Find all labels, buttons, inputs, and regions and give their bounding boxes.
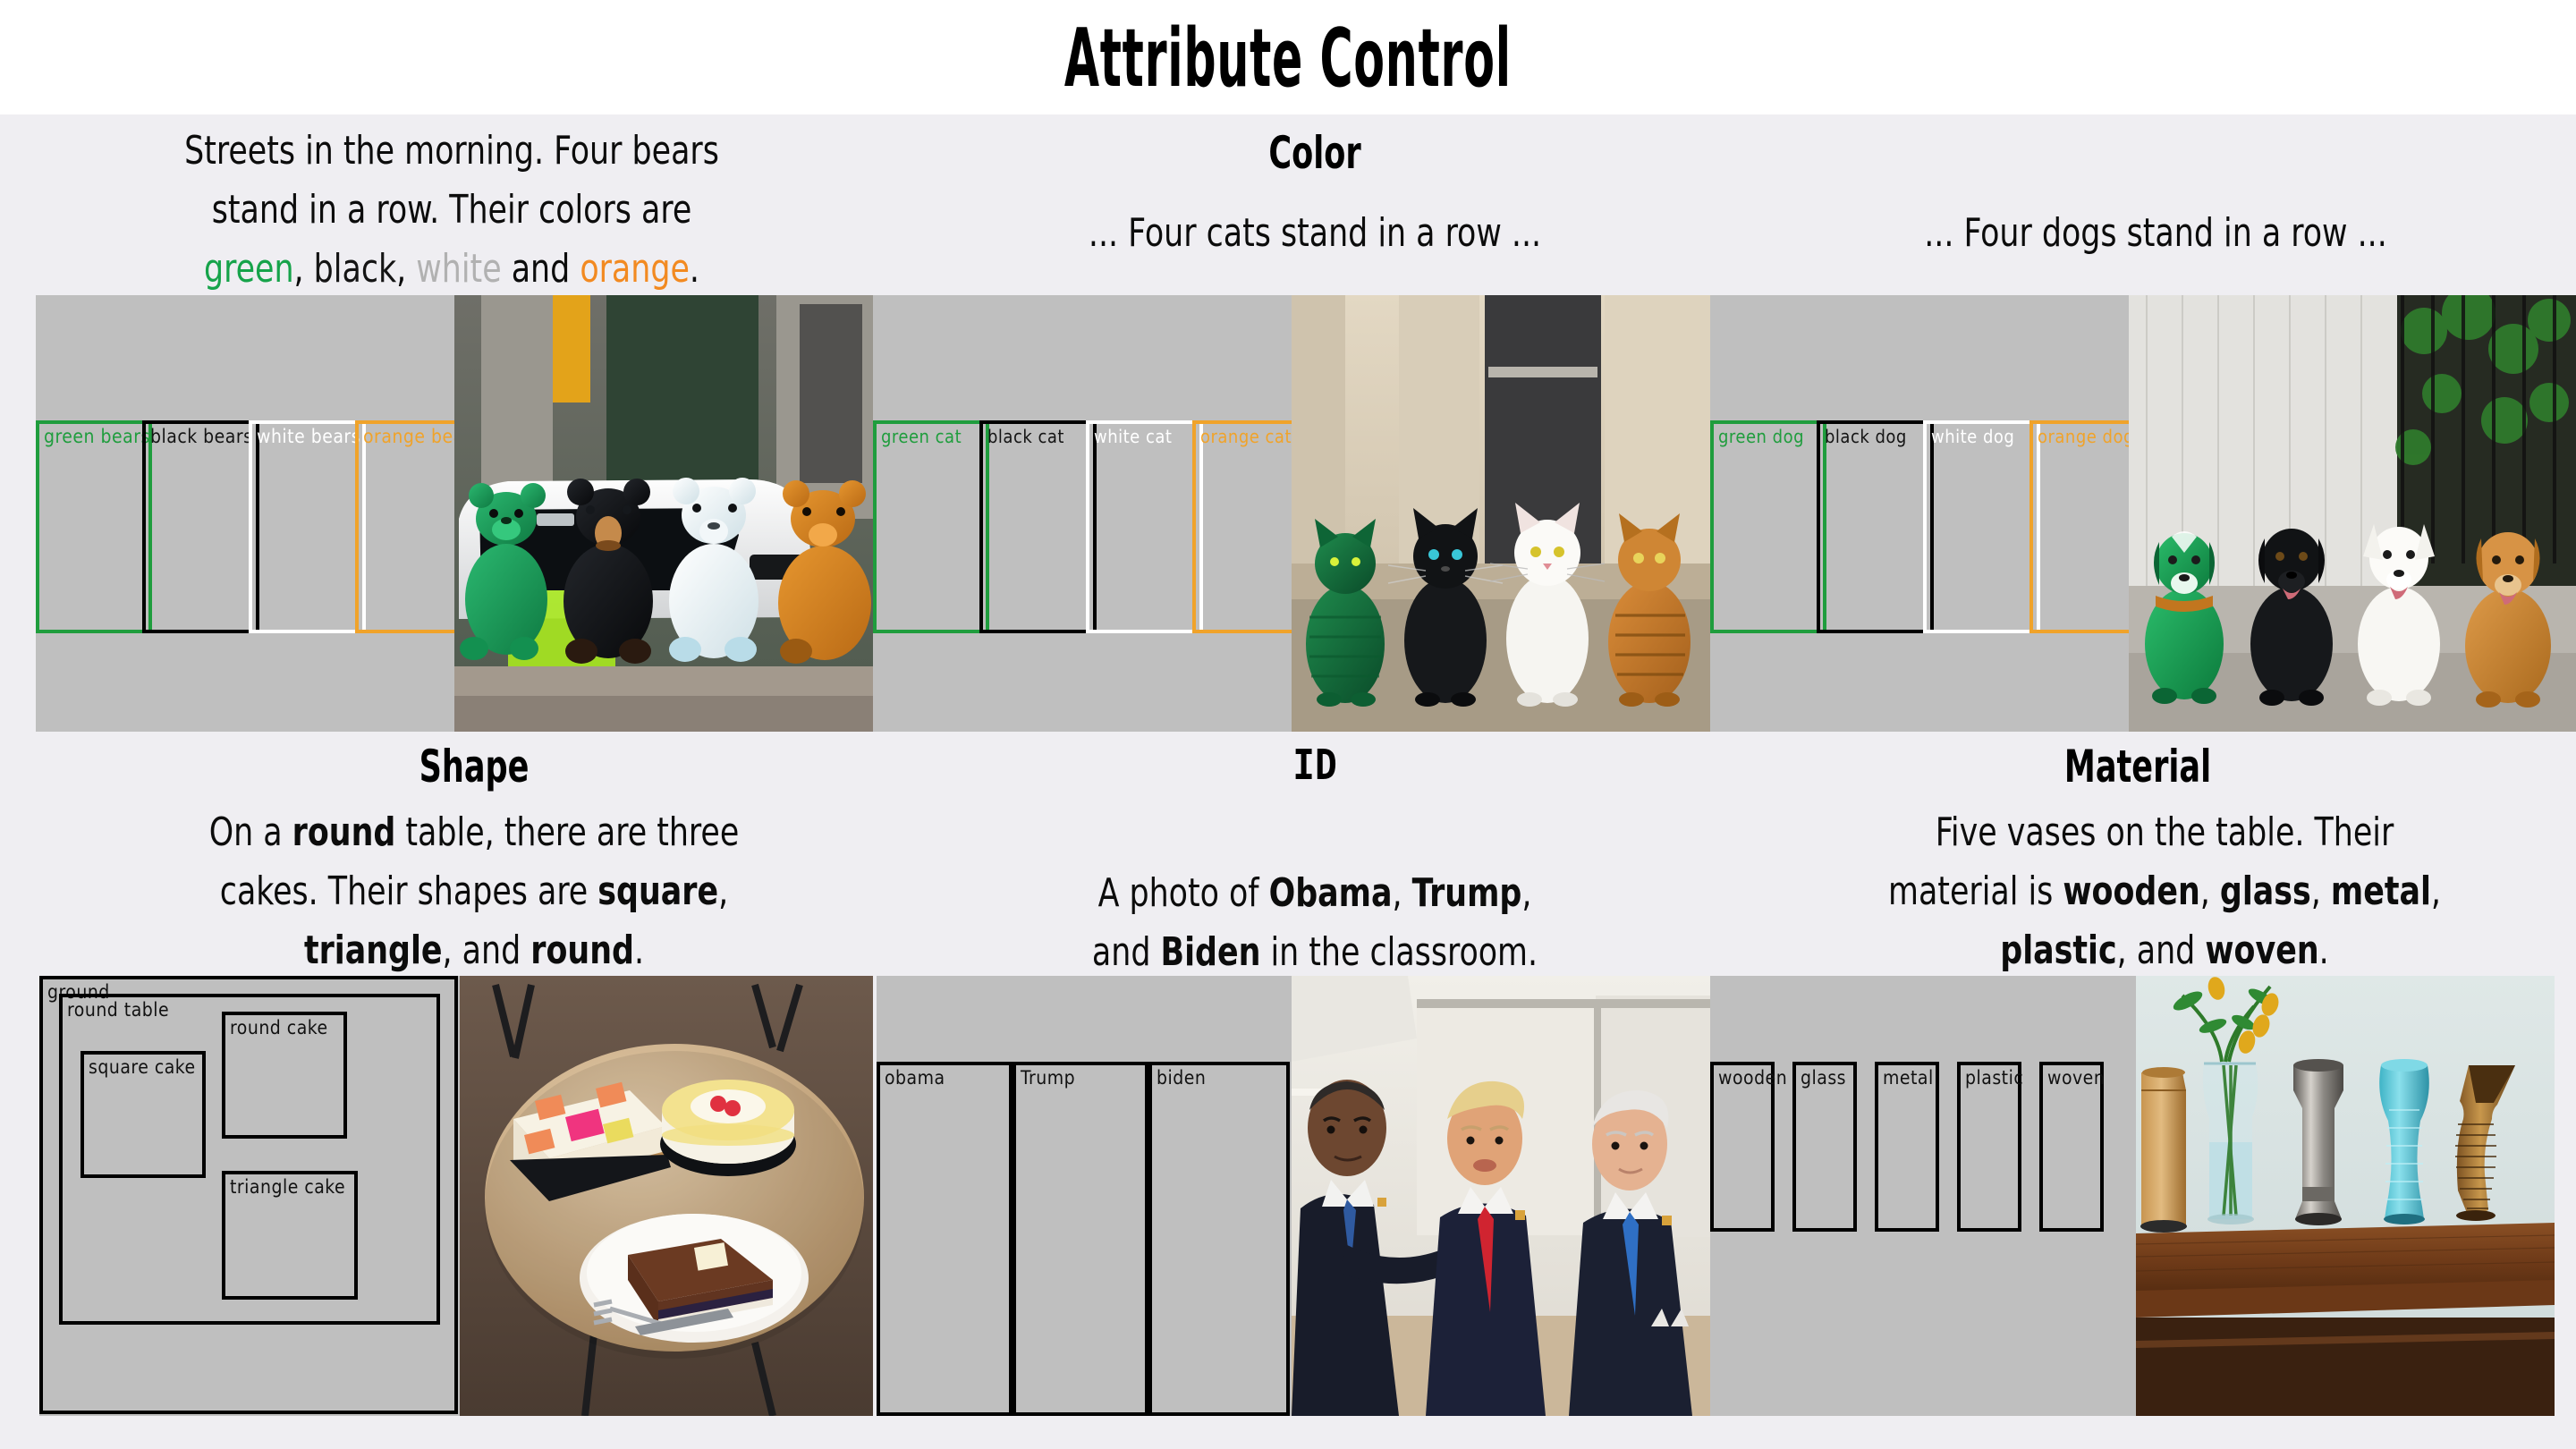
prompt-cats: ... Four cats stand in a row ... — [961, 204, 1669, 263]
layout-box-label: green bears — [44, 426, 150, 447]
figure-board: Streets in the morning. Four bears stand… — [0, 114, 2576, 1449]
figure-root: Attribute Control Streets in the morning… — [0, 0, 2576, 1449]
prompt-line: green, black, white and orange. — [204, 246, 699, 292]
layout-box-label: round cake — [230, 1017, 328, 1038]
layout-box-label: biden — [1157, 1067, 1207, 1089]
layout-box-biden: biden — [1148, 1062, 1290, 1416]
layout-box-trump: Trump — [1013, 1062, 1148, 1416]
layout-box-label: white cat — [1094, 426, 1173, 447]
layout-box-label: orange bears — [363, 426, 454, 447]
layout-box-triangle-cake: triangle cake — [222, 1171, 358, 1300]
layout-box-square-cake: square cake — [80, 1051, 206, 1178]
layout-box-label: obama — [885, 1067, 945, 1089]
layout-canvas: wooden glass metal plastic woven — [1710, 976, 2136, 1416]
heading-material: Material — [2063, 741, 2212, 792]
layout-box-woven: woven — [2039, 1062, 2106, 1232]
layout-box-label: white dog — [1931, 426, 2015, 447]
layout-box-label: orange cat — [1200, 426, 1292, 447]
layout-box-green-bears: green bears — [36, 420, 152, 633]
layout-box-label: round table — [67, 999, 170, 1021]
layout-box-white-cat: white cat — [1086, 420, 1203, 633]
layout-box-metal: metal — [1875, 1062, 1939, 1232]
layout-box-black-cat: black cat — [979, 420, 1097, 633]
vases-illustration — [2136, 976, 2555, 1416]
prompt-line: Streets in the morning. Four bears — [184, 128, 719, 174]
prompt-line: and Biden in the classroom. — [1091, 929, 1538, 975]
politicians-illustration — [1292, 976, 1710, 1416]
image-panel-politicians — [1292, 976, 1710, 1416]
layout-box-label: Trump — [1021, 1067, 1076, 1089]
image-panel-cats — [1292, 295, 1710, 732]
prompt-line: ... Four cats stand in a row ... — [1088, 210, 1542, 256]
prompt-vases: Five vases on the table. Their material … — [1802, 803, 2527, 980]
layout-canvas: green cat black cat white cat orange cat — [873, 295, 1292, 732]
figure-title: Attribute Control — [1064, 10, 1512, 105]
prompt-line: ... Four dogs stand in a row ... — [1924, 210, 2387, 256]
prompt-line: material is wooden, glass, metal, — [1888, 869, 2441, 914]
layout-box-plastic: plastic — [1957, 1062, 2024, 1232]
layout-box-round-cake: round cake — [222, 1012, 347, 1139]
cats-illustration — [1292, 295, 1710, 732]
layout-box-orange-cat: orange cat — [1192, 420, 1292, 633]
layout-box-label: metal — [1883, 1067, 1934, 1089]
prompt-line: stand in a row. Their colors are — [211, 187, 692, 233]
bears-illustration — [454, 295, 873, 732]
layout-panel-bears: green bears black bears white bears oran… — [36, 295, 454, 732]
layout-box-label: black dog — [1825, 426, 1907, 447]
layout-panel-politicians: obama Trump biden — [877, 976, 1292, 1416]
layout-box-black-dog: black dog — [1817, 420, 1934, 633]
layout-box-label: glass — [1801, 1067, 1847, 1089]
figure-title-bar: Attribute Control — [0, 0, 2576, 114]
prompt-line: triangle, and round. — [303, 928, 645, 973]
image-panel-dogs — [2129, 295, 2576, 732]
layout-box-obama: obama — [877, 1062, 1013, 1416]
heading-shape: Shape — [419, 741, 530, 792]
layout-panel-dogs: green dog black dog white dog orange dog — [1710, 295, 2129, 732]
layout-box-label: green cat — [881, 426, 962, 447]
dogs-illustration — [2129, 295, 2576, 732]
layout-canvas: green dog black dog white dog orange dog — [1710, 295, 2129, 732]
layout-box-label: wooden — [1718, 1067, 1788, 1089]
layout-box-label: triangle cake — [230, 1176, 346, 1198]
prompt-line: Five vases on the table. Their — [1935, 809, 2394, 855]
layout-box-label: plastic — [1965, 1067, 2024, 1089]
image-panel-bears — [454, 295, 873, 732]
image-panel-vases — [2136, 976, 2555, 1416]
layout-box-orange-bears: orange bears — [355, 420, 454, 633]
layout-box-orange-dog: orange dog — [2029, 420, 2129, 633]
layout-canvas: obama Trump biden — [877, 976, 1292, 1416]
prompt-line: A photo of Obama, Trump, — [1097, 870, 1532, 916]
layout-box-label: black cat — [987, 426, 1064, 447]
layout-box-label: green dog — [1718, 426, 1805, 447]
prompt-bears: Streets in the morning. Four bears stand… — [86, 122, 818, 299]
layout-box-label: black bears — [150, 426, 253, 447]
image-panel-cakes — [460, 976, 873, 1416]
prompt-line: cakes. Their shapes are square, — [219, 869, 729, 914]
heading-color: Color — [1268, 127, 1361, 179]
layout-box-label: white bears — [257, 426, 361, 447]
prompt-line: plastic, and woven. — [2000, 928, 2329, 973]
layout-box-black-bears: black bears — [142, 420, 259, 633]
prompt-dogs: ... Four dogs stand in a row ... — [1801, 204, 2510, 263]
layout-box-glass: glass — [1792, 1062, 1857, 1232]
layout-panel-vases: wooden glass metal plastic woven — [1710, 976, 2136, 1416]
layout-box-wooden: wooden — [1710, 1062, 1787, 1232]
layout-box-label: square cake — [89, 1056, 196, 1078]
layout-panel-cats: green cat black cat white cat orange cat — [873, 295, 1292, 732]
layout-canvas: green bears black bears white bears oran… — [36, 295, 454, 732]
layout-box-label: orange dog — [2038, 426, 2129, 447]
heading-id: ID — [1292, 741, 1337, 789]
prompt-line: On a round table, there are three — [208, 809, 740, 855]
layout-box-white-bears: white bears — [249, 420, 366, 633]
layout-panel-cakes: ground round table square cake round cak… — [39, 976, 460, 1416]
layout-canvas: ground round table square cake round cak… — [39, 976, 460, 1416]
prompt-cakes: On a round table, there are three cakes.… — [104, 803, 843, 980]
prompt-politicians: A photo of Obama, Trump, and Biden in th… — [961, 864, 1669, 982]
layout-box-label: woven — [2047, 1067, 2106, 1089]
layout-box-white-dog: white dog — [1923, 420, 2040, 633]
layout-box-green-dog: green dog — [1710, 420, 1826, 633]
layout-box-green-cat: green cat — [873, 420, 989, 633]
cakes-illustration — [460, 976, 873, 1416]
